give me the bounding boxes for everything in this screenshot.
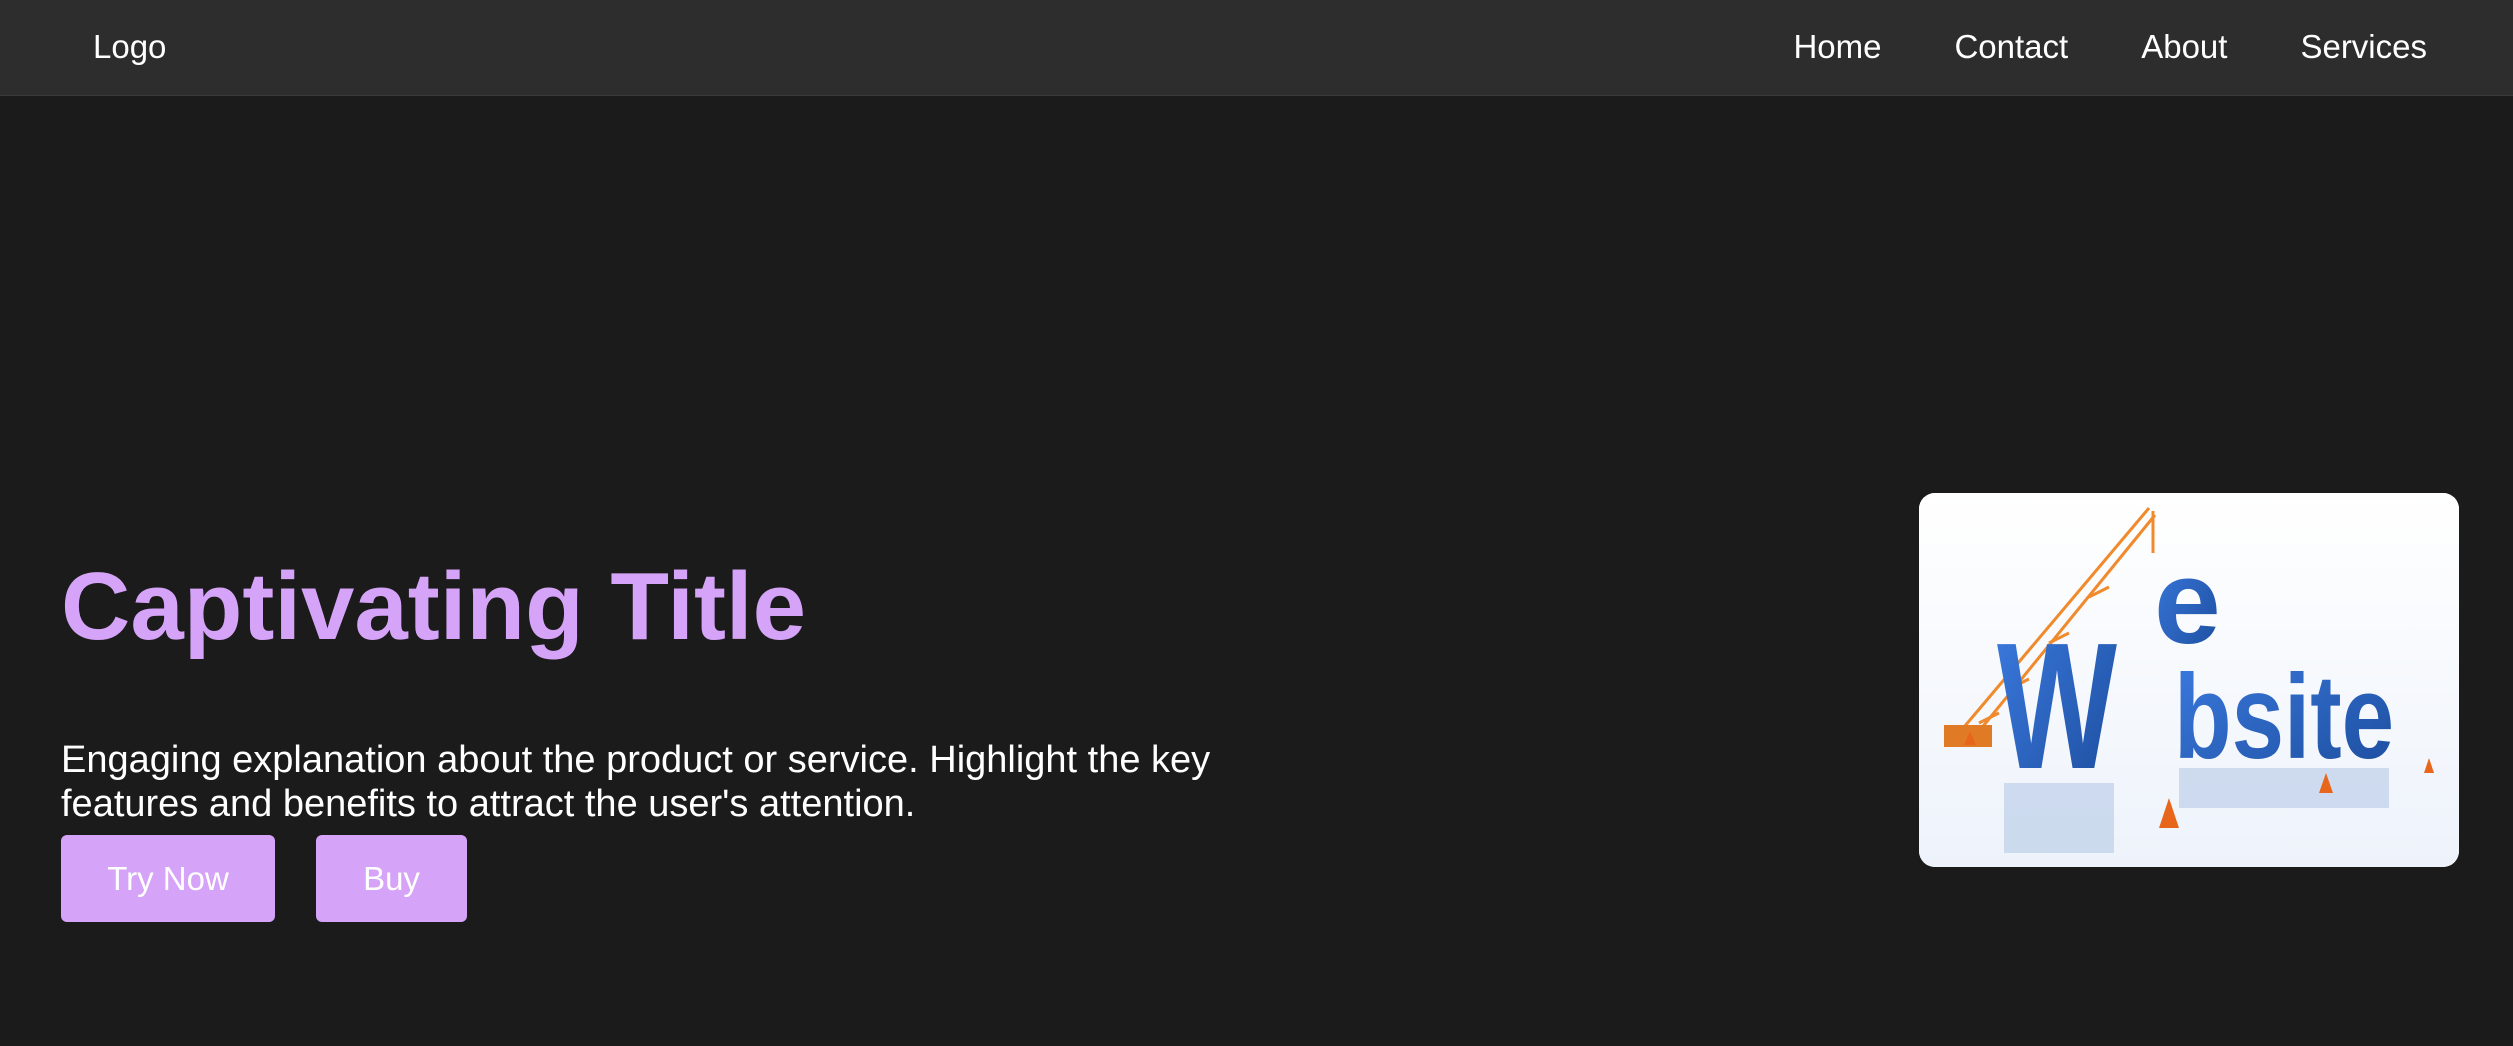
svg-text:bsite: bsite — [2174, 650, 2394, 784]
nav-link-services[interactable]: Services — [2300, 27, 2427, 67]
svg-text:W: W — [1997, 606, 2117, 807]
svg-text:e: e — [2154, 535, 2221, 669]
try-now-button[interactable]: Try Now — [61, 835, 275, 922]
website-construction-image: W e bsite — [1919, 493, 2459, 867]
nav-link-home[interactable]: Home — [1793, 27, 1881, 67]
nav-link-about[interactable]: About — [2141, 27, 2227, 67]
website-illustration: W e bsite — [1919, 493, 2459, 867]
hero-description: Engaging explanation about the product o… — [61, 739, 1211, 825]
nav-link-contact[interactable]: Contact — [1954, 27, 2068, 67]
main-nav: Home Contact About Services — [1793, 27, 2427, 67]
buy-button[interactable]: Buy — [316, 835, 467, 922]
top-navbar: Logo Home Contact About Services — [0, 0, 2513, 96]
hero-title: Captivating Title — [61, 553, 806, 660]
logo[interactable]: Logo — [93, 27, 166, 67]
